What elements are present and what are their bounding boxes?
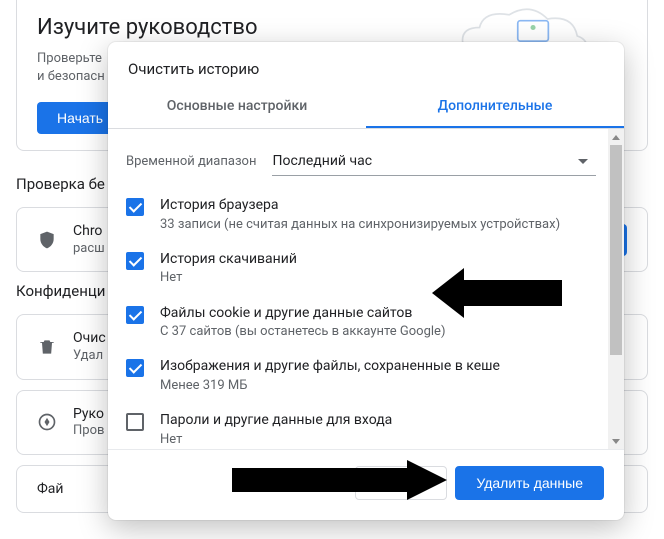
time-range-select[interactable]: Последний час [272, 147, 596, 176]
option-browser-history[interactable]: История браузера 33 записи (не считая да… [126, 188, 618, 242]
checkbox-download-history[interactable] [126, 252, 144, 270]
compass-icon [37, 412, 57, 432]
checkbox-cached[interactable] [126, 359, 144, 377]
delete-button[interactable]: Удалить данные [455, 466, 604, 500]
option-sub: Менее 319 МБ [160, 377, 602, 395]
option-sub: Нет [160, 431, 602, 449]
option-title: Файлы cookie и другие данные сайтов [160, 304, 602, 324]
tab-basic[interactable]: Основные настройки [108, 84, 366, 128]
shield-icon [37, 230, 57, 250]
option-title: История браузера [160, 196, 602, 216]
scrollbar[interactable] [608, 129, 624, 449]
time-range-label: Временной диапазон [126, 154, 256, 169]
option-download-history[interactable]: История скачиваний Нет [126, 242, 618, 296]
scrollbar-thumb[interactable] [610, 145, 622, 355]
clear-history-dialog: Очистить историю Основные настройки Допо… [108, 42, 624, 520]
checkbox-cookies[interactable] [126, 306, 144, 324]
option-cached[interactable]: Изображения и другие файлы, сохраненные … [126, 349, 618, 403]
option-title: Изображения и другие файлы, сохраненные … [160, 357, 602, 377]
dialog-body: Временной диапазон Последний час История… [108, 129, 624, 449]
chevron-down-icon [578, 159, 588, 164]
option-sub: 33 записи (не считая данных на синхрониз… [160, 216, 602, 234]
option-sub: Нет [160, 269, 602, 287]
scroll-down-icon[interactable] [608, 433, 624, 449]
dialog-title: Очистить историю [108, 42, 624, 84]
checkbox-browser-history[interactable] [126, 198, 144, 216]
dialog-footer: Отмена Удалить данные [108, 449, 624, 520]
scroll-up-icon[interactable] [608, 129, 624, 145]
option-title: История скачиваний [160, 250, 602, 270]
cancel-button[interactable]: Отмена [355, 466, 447, 500]
option-sub: С 37 сайтов (вы останетесь в аккаунте Go… [160, 323, 602, 341]
tab-advanced[interactable]: Дополнительные [366, 84, 624, 128]
trash-icon [37, 337, 57, 357]
option-cookies[interactable]: Файлы cookie и другие данные сайтов С 37… [126, 296, 618, 350]
time-range-row: Временной диапазон Последний час [126, 141, 618, 188]
option-passwords[interactable]: Пароли и другие данные для входа Нет [126, 403, 618, 449]
dialog-tabs: Основные настройки Дополнительные [108, 84, 624, 129]
option-title: Пароли и другие данные для входа [160, 411, 602, 431]
checkbox-passwords[interactable] [126, 413, 144, 431]
time-range-value: Последний час [272, 153, 372, 169]
